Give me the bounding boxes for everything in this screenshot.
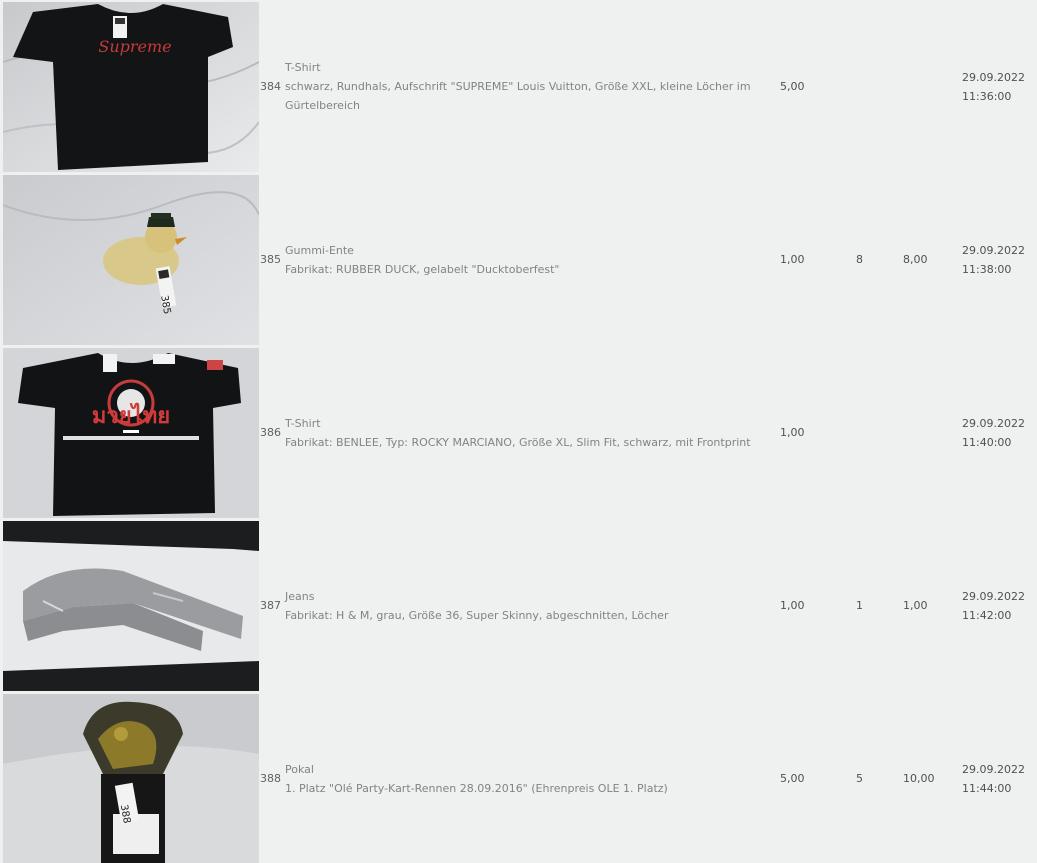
lot-description: T-Shirt schwarz, Rundhals, Aufschrift "S… [285, 0, 777, 173]
lot-text: Fabrikat: H & M, grau, Größe 36, Super S… [285, 608, 669, 622]
start-price: 5,00 [780, 772, 805, 785]
lot-title: T-Shirt [285, 416, 321, 430]
end-time: 11:42:00 [962, 608, 1012, 622]
end-datetime: 29.09.2022 11:44:00 [962, 692, 1025, 863]
start-price: 1,00 [780, 253, 805, 266]
lot-number: 386 [260, 426, 281, 439]
current-price: 8,00 [903, 253, 928, 266]
lot-image[interactable]: มวยไทย [3, 348, 259, 518]
lot-text: Fabrikat: RUBBER DUCK, gelabelt "Ducktob… [285, 262, 560, 276]
table-row: 387 Jeans Fabrikat: H & M, grau, Größe 3… [0, 519, 1037, 692]
table-row: มวยไทย 386 T-Shirt Fabrikat: BENLEE, Typ… [0, 346, 1037, 519]
lot-number: 385 [260, 253, 281, 266]
lot-title: Jeans [285, 589, 315, 603]
table-row: 388 388 Pokal 1. Platz "Olé Party-Kart-R… [0, 692, 1037, 863]
svg-text:Supreme: Supreme [98, 37, 171, 56]
end-date: 29.09.2022 [962, 589, 1025, 603]
lot-image[interactable]: Supreme [3, 2, 259, 172]
end-datetime: 29.09.2022 11:38:00 [962, 173, 1025, 346]
lot-text: schwarz, Rundhals, Aufschrift "SUPREME" … [285, 80, 751, 112]
start-price: 5,00 [780, 80, 805, 93]
start-price: 1,00 [780, 426, 805, 439]
table-row: Supreme 384 T-Shirt schwarz, Rundhals, A… [0, 0, 1037, 173]
end-time: 11:40:00 [962, 435, 1012, 449]
lot-title: T-Shirt [285, 61, 321, 74]
current-price: 1,00 [903, 599, 928, 612]
end-date: 29.09.2022 [962, 243, 1025, 257]
end-time: 11:44:00 [962, 781, 1012, 795]
lot-description: Pokal 1. Platz "Olé Party-Kart-Rennen 28… [285, 692, 777, 863]
start-price: 1,00 [780, 599, 805, 612]
end-datetime: 29.09.2022 11:42:00 [962, 519, 1025, 692]
end-date: 29.09.2022 [962, 762, 1025, 776]
auction-lot-table: Supreme 384 T-Shirt schwarz, Rundhals, A… [0, 0, 1037, 863]
end-time: 11:36:00 [962, 89, 1012, 103]
end-date: 29.09.2022 [962, 416, 1025, 430]
end-datetime: 29.09.2022 11:40:00 [962, 346, 1025, 519]
lot-text: Fabrikat: BENLEE, Typ: ROCKY MARCIANO, G… [285, 435, 751, 449]
lot-image[interactable] [3, 521, 259, 691]
svg-text:มวยไทย: มวยไทย [92, 402, 170, 429]
bid-count: 5 [856, 772, 863, 785]
lot-text: 1. Platz "Olé Party-Kart-Rennen 28.09.20… [285, 781, 668, 795]
lot-image[interactable]: 388 [3, 694, 259, 863]
lot-description: Jeans Fabrikat: H & M, grau, Größe 36, S… [285, 519, 777, 692]
end-date: 29.09.2022 [962, 70, 1025, 84]
lot-number: 388 [260, 772, 281, 785]
end-datetime: 29.09.2022 11:36:00 [962, 0, 1025, 173]
current-price: 10,00 [903, 772, 935, 785]
bid-count: 1 [856, 599, 863, 612]
table-row: 385 385 Gummi-Ente Fabrikat: RUBBER DUCK… [0, 173, 1037, 346]
lot-description: T-Shirt Fabrikat: BENLEE, Typ: ROCKY MAR… [285, 346, 777, 519]
lot-number: 387 [260, 599, 281, 612]
bid-count: 8 [856, 253, 863, 266]
lot-title: Pokal [285, 762, 314, 776]
lot-image[interactable]: 385 [3, 175, 259, 345]
lot-description: Gummi-Ente Fabrikat: RUBBER DUCK, gelabe… [285, 173, 777, 346]
end-time: 11:38:00 [962, 262, 1012, 276]
lot-title: Gummi-Ente [285, 243, 354, 257]
lot-number: 384 [260, 80, 281, 93]
